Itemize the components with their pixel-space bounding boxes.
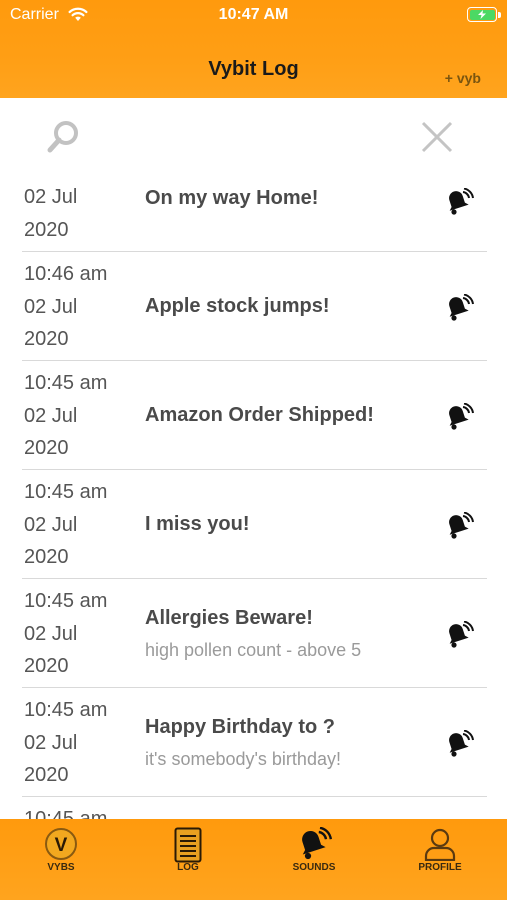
entry-year: 2020 bbox=[24, 764, 69, 786]
entry-time: 10:45 am bbox=[24, 808, 108, 819]
tab-log[interactable]: LOG bbox=[138, 819, 238, 900]
tab-label: SOUNDS bbox=[292, 862, 336, 873]
sound-icon[interactable] bbox=[444, 620, 474, 654]
divider bbox=[22, 469, 487, 470]
entry-title: Apple stock jumps! bbox=[145, 295, 330, 317]
entry-date: 02 Jul bbox=[24, 186, 78, 208]
tab-label: PROFILE bbox=[418, 862, 462, 873]
list-item[interactable]: 10:45 am bbox=[0, 796, 507, 819]
entry-title: Amazon Order Shipped! bbox=[145, 404, 374, 426]
sound-icon[interactable] bbox=[444, 511, 474, 545]
entry-datetime: 10:45 am 02 Jul 2020 bbox=[24, 367, 107, 465]
entry-datetime: 10:45 am 02 Jul 2020 bbox=[24, 694, 107, 792]
entry-time: 10:46 am bbox=[24, 263, 108, 285]
entry-year: 2020 bbox=[24, 655, 69, 677]
entry-time: 10:45 am bbox=[24, 699, 108, 721]
log-list: 02 Jul 2020 On my way Home! 10:46 am 02 … bbox=[0, 176, 507, 819]
page-title: Vybit Log bbox=[208, 58, 299, 80]
tab-sounds[interactable]: SOUNDS bbox=[264, 819, 364, 900]
divider bbox=[22, 360, 487, 361]
entry-date: 02 Jul bbox=[24, 622, 78, 645]
entry-subtitle: it's somebody's birthday! bbox=[145, 749, 341, 769]
divider bbox=[22, 687, 487, 688]
list-item[interactable]: 10:45 am 02 Jul 2020 Amazon Order Shippe… bbox=[0, 360, 507, 470]
entry-datetime: 10:45 am 02 Jul 2020 bbox=[24, 585, 107, 683]
tab-bar: V VYBS LOG SOUNDS PROFILE bbox=[0, 819, 507, 900]
sounds-icon bbox=[296, 826, 332, 866]
entry-datetime: 02 Jul 2020 bbox=[24, 181, 77, 246]
list-item[interactable]: 10:46 am 02 Jul 2020 Apple stock jumps! bbox=[0, 251, 507, 361]
entry-time: 10:45 am bbox=[24, 590, 108, 612]
sound-icon[interactable] bbox=[444, 293, 474, 327]
list-item[interactable]: 10:45 am 02 Jul 2020 Allergies Beware! h… bbox=[0, 578, 507, 688]
status-bar: Carrier 10:47 AM bbox=[0, 0, 507, 30]
tab-profile[interactable]: PROFILE bbox=[390, 819, 490, 900]
entry-date: 02 Jul bbox=[24, 295, 78, 318]
entry-title: On my way Home! bbox=[145, 187, 319, 209]
header: Carrier 10:47 AM Vybit Log + vyb bbox=[0, 0, 507, 98]
tab-label: LOG bbox=[177, 862, 199, 873]
entry-year: 2020 bbox=[24, 546, 69, 568]
close-icon[interactable] bbox=[420, 120, 454, 159]
entry-subtitle: high pollen count - above 5 bbox=[145, 640, 362, 660]
vybs-icon: V bbox=[44, 827, 78, 866]
entry-date: 02 Jul bbox=[24, 404, 78, 427]
list-item[interactable]: 10:45 am 02 Jul 2020 I miss you! bbox=[0, 469, 507, 579]
list-item[interactable]: 10:45 am 02 Jul 2020 Happy Birthday to ?… bbox=[0, 687, 507, 797]
vybs-icon-letter: V bbox=[55, 835, 68, 856]
entry-datetime: 10:46 am 02 Jul 2020 bbox=[24, 258, 107, 356]
sound-icon[interactable] bbox=[444, 187, 474, 221]
entry-date: 02 Jul bbox=[24, 731, 78, 754]
sound-icon[interactable] bbox=[444, 402, 474, 436]
battery-icon bbox=[467, 7, 497, 22]
entry-date: 02 Jul bbox=[24, 513, 78, 536]
divider bbox=[22, 251, 487, 252]
entry-datetime: 10:45 am bbox=[24, 803, 107, 819]
entry-time: 10:45 am bbox=[24, 372, 108, 394]
entry-datetime: 10:45 am 02 Jul 2020 bbox=[24, 476, 107, 574]
battery-cap bbox=[498, 12, 501, 18]
entry-title: Happy Birthday to ? bbox=[145, 716, 336, 738]
entry-year: 2020 bbox=[24, 218, 69, 241]
tab-label: VYBS bbox=[47, 862, 75, 873]
status-time: 10:47 AM bbox=[218, 6, 289, 23]
divider bbox=[22, 796, 487, 797]
tab-vybs[interactable]: V VYBS bbox=[11, 819, 111, 900]
divider bbox=[22, 578, 487, 579]
sound-icon[interactable] bbox=[444, 729, 474, 763]
list-item[interactable]: 02 Jul 2020 On my way Home! bbox=[0, 176, 507, 252]
add-vyb-button[interactable]: + vyb bbox=[445, 70, 481, 86]
entry-year: 2020 bbox=[24, 328, 69, 350]
entry-title: Allergies Beware! bbox=[145, 607, 313, 629]
search-icon[interactable] bbox=[46, 119, 82, 160]
profile-icon bbox=[423, 827, 457, 866]
entry-time: 10:45 am bbox=[24, 481, 108, 503]
entry-year: 2020 bbox=[24, 437, 69, 459]
entry-title: I miss you! bbox=[145, 513, 250, 535]
